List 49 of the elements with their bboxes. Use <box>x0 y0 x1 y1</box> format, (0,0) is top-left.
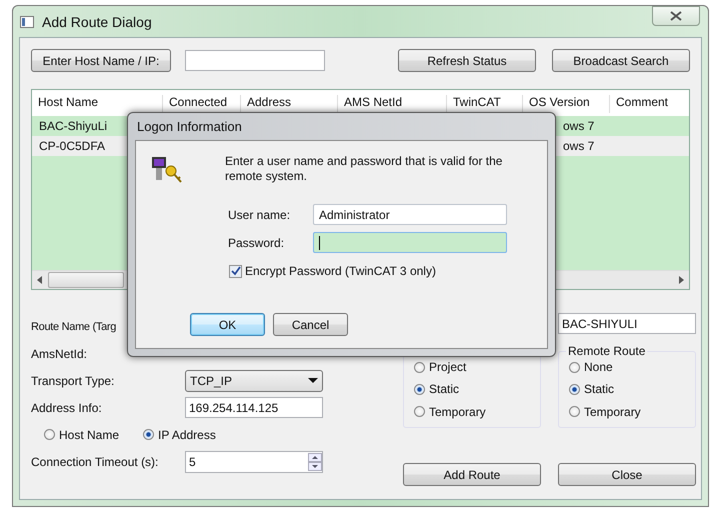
host-input-field[interactable] <box>185 50 325 71</box>
field-label: User name: <box>228 208 292 222</box>
caret-icon <box>308 378 318 383</box>
field-label: Password: <box>228 236 286 250</box>
refresh-status-button[interactable]: Refresh Status <box>398 49 536 72</box>
column-header[interactable]: Comment <box>609 95 668 113</box>
field-label: AmsNetId: <box>31 346 88 360</box>
text-field[interactable]: Administrator <box>313 204 507 225</box>
window-title: Add Route Dialog <box>42 14 153 30</box>
radio-button[interactable]: Temporary <box>569 404 685 419</box>
group-title: Remote Route <box>566 344 648 358</box>
address-field[interactable]: 169.254.114.125 <box>185 397 323 418</box>
window-icon <box>20 16 34 28</box>
dialog-button[interactable]: Close <box>558 463 696 486</box>
table-cell: CP-0C5DFA <box>39 139 106 153</box>
checkmark-icon <box>230 266 240 276</box>
broadcast-search-button[interactable]: Broadcast Search <box>552 49 690 72</box>
scroll-right-icon[interactable] <box>678 276 684 284</box>
ok-button[interactable]: OK <box>190 313 265 336</box>
encrypt-checkbox[interactable]: Encrypt Password (TwinCAT 3 only) <box>229 264 547 278</box>
table-cell: ows 7 <box>563 119 594 133</box>
column-header[interactable]: Host Name <box>32 95 98 113</box>
computer-key-icon <box>151 156 183 184</box>
route-name-field[interactable]: BAC-SHIYULI <box>558 313 696 334</box>
radio-button[interactable]: Static <box>414 382 530 396</box>
radio-button[interactable]: None <box>569 360 685 374</box>
dialog-button[interactable]: Add Route <box>403 463 541 486</box>
dialog-title: Logon Information <box>136 118 243 136</box>
close-icon <box>670 11 682 21</box>
field-label: Transport Type: <box>31 374 116 388</box>
table-cell: ows 7 <box>563 139 594 153</box>
radio-button[interactable]: Temporary <box>414 404 530 419</box>
scrollbar-thumb[interactable] <box>48 272 124 288</box>
radio-button[interactable]: Static <box>569 382 685 396</box>
field-label: Address Info: <box>31 400 103 414</box>
radio-button[interactable]: Host Name <box>44 428 120 442</box>
radio-button[interactable]: IP Address <box>143 428 216 442</box>
scroll-left-icon[interactable] <box>37 276 43 284</box>
text-field[interactable] <box>313 232 507 253</box>
field-label: Route Name (Targ <box>31 320 118 332</box>
field-label: Connection Timeout (s): <box>31 454 160 468</box>
cancel-button[interactable]: Cancel <box>273 313 348 336</box>
dialog-message: Enter a user name and password that is valid for the remote system. <box>225 154 504 184</box>
table-cell: BAC-ShiyuLi <box>39 119 108 133</box>
close-button[interactable] <box>652 6 700 26</box>
transport-dropdown[interactable]: TCP_IP <box>185 370 323 392</box>
host-name-button[interactable]: Enter Host Name / IP: <box>31 49 171 72</box>
timeout-spinner[interactable]: 5 <box>185 450 323 472</box>
radio-button[interactable]: Project <box>414 360 530 374</box>
